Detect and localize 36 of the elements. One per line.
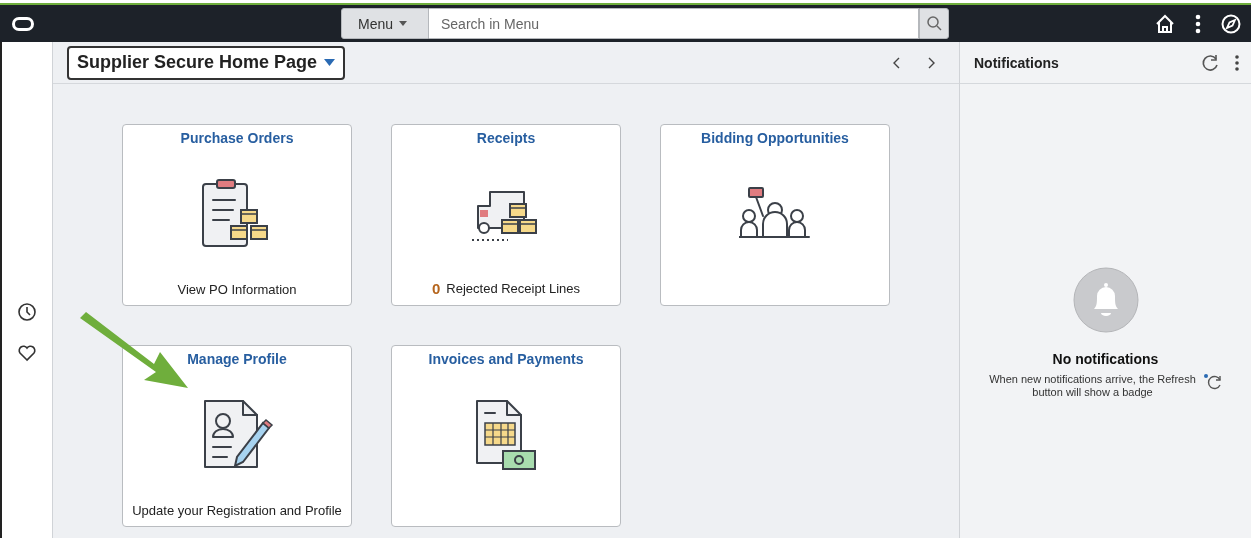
tile-caption: View PO Information	[177, 281, 297, 297]
refresh-badge-icon	[1202, 373, 1223, 391]
more-icon[interactable]	[1195, 13, 1201, 34]
tile-title[interactable]: Manage Profile	[187, 351, 287, 367]
tile-caption: Update your Registration and Profile	[132, 502, 342, 518]
search-icon	[926, 16, 942, 31]
tile-title[interactable]: Purchase Orders	[180, 130, 294, 146]
clock-icon[interactable]	[17, 302, 37, 322]
caret-icon	[399, 21, 408, 26]
empty-message: When new notifications arrive, the Refresh button will show a badge	[988, 373, 1197, 399]
count: 0	[431, 280, 441, 297]
search-button[interactable]	[919, 8, 949, 39]
tile-title[interactable]: Invoices and Payments	[428, 351, 584, 367]
tile-card[interactable]: Invoices and Payments	[391, 345, 621, 527]
next-icon[interactable]	[927, 56, 935, 69]
previous-icon[interactable]	[893, 56, 901, 69]
more-icon[interactable]	[1235, 54, 1239, 71]
heart-icon[interactable]	[17, 344, 37, 362]
caret-icon	[324, 59, 336, 66]
home-icon[interactable]	[1155, 13, 1175, 34]
search-field[interactable]: Search in Menu	[429, 8, 919, 39]
tile-title[interactable]: Bidding Opportunities	[701, 130, 849, 146]
page-title-dropdown[interactable]: Supplier Secure Home Page	[67, 45, 346, 80]
tile-caption: Rejected Receipt Lines	[446, 281, 580, 296]
empty-title: No notifications	[1052, 351, 1159, 367]
compass-icon[interactable]	[1221, 13, 1241, 34]
tile-card[interactable]: Manage Profile Update your Registration and Profile	[122, 345, 352, 527]
tile-card[interactable]: Bidding Opportunities	[660, 124, 890, 306]
refresh-icon[interactable]	[1201, 53, 1219, 72]
menu-dropdown[interactable]: Menu	[341, 8, 429, 39]
logo-icon[interactable]	[12, 16, 34, 31]
panel-title: Notifications	[974, 54, 1059, 71]
tile-card[interactable]: Receipts 0 Rejected Receipt Lines	[391, 124, 621, 306]
tile-card[interactable]: Purchase Orders View PO Information	[122, 124, 352, 306]
bell-icon	[1072, 267, 1139, 333]
tile-title[interactable]: Receipts	[476, 130, 536, 146]
